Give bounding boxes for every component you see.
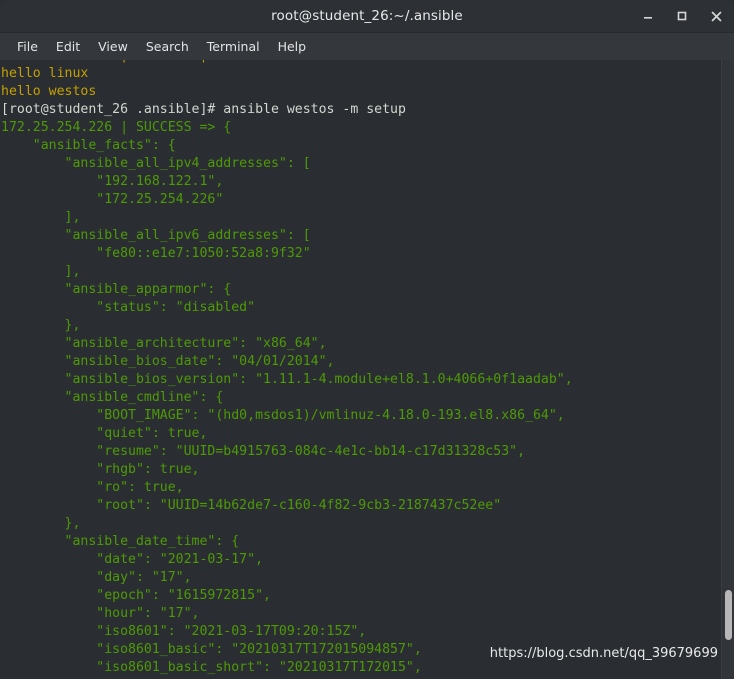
terminal-line: "ansible_architecture": "x86_64", (1, 336, 327, 351)
window-titlebar: root@student_26:~/.ansible (0, 0, 734, 33)
window-title: root@student_26:~/.ansible (271, 8, 463, 24)
menu-bar: File Edit View Search Terminal Help (0, 33, 734, 60)
menu-item-edit[interactable]: Edit (47, 36, 89, 57)
terminal-line: "rhgb": true, (1, 462, 200, 477)
terminal-line-clipped: 172.25.254.226 | CHANGED | rc=0 >> (1, 60, 734, 65)
minimize-button[interactable] (638, 6, 658, 26)
terminal-line-text: 172.25.254.226 | CHANGED | rc=0 >> (1, 60, 271, 65)
maximize-button[interactable] (672, 6, 692, 26)
terminal-line: hello linux (1, 66, 89, 81)
terminal-line: "ansible_facts": { (1, 138, 176, 153)
terminal-line: "day": "17", (1, 570, 192, 585)
terminal-line: "iso8601_basic": "20210317T172015094857"… (1, 642, 422, 657)
terminal-line: }, (1, 318, 81, 333)
terminal-line: "ansible_all_ipv4_addresses": [ (1, 156, 311, 171)
terminal-line: "resume": "UUID=b4915763-084c-4e1c-bb14-… (1, 444, 526, 459)
terminal-line: "epoch": "1615972815", (1, 588, 271, 603)
terminal-line: "iso8601_basic_short": "20210317T172015"… (1, 660, 422, 675)
menu-item-file[interactable]: File (8, 36, 47, 57)
terminal-line: "ansible_cmdline": { (1, 390, 224, 405)
terminal-line: hello westos (1, 84, 97, 99)
terminal-line: "BOOT_IMAGE": "(hd0,msdos1)/vmlinuz-4.18… (1, 408, 565, 423)
terminal-line: "fe80::e1e7:1050:52a8:9f32" (1, 246, 311, 261)
terminal-line: "hour": "17", (1, 606, 200, 621)
menu-item-help[interactable]: Help (269, 36, 316, 57)
window-controls (638, 0, 726, 32)
menu-item-view[interactable]: View (89, 36, 137, 57)
terminal-line: "ansible_bios_version": "1.11.1-4.module… (1, 372, 573, 387)
close-button[interactable] (706, 6, 726, 26)
terminal-line: 172.25.254.226 | SUCCESS => { (1, 120, 232, 135)
terminal-line: "ansible_bios_date": "04/01/2014", (1, 354, 335, 369)
terminal-line: ], (1, 264, 81, 279)
terminal-line: "date": "2021-03-17", (1, 552, 264, 567)
terminal-output[interactable]: 172.25.254.226 | CHANGED | rc=0 >>hello … (0, 60, 734, 679)
terminal-line: "ansible_apparmor": { (1, 282, 232, 297)
terminal-viewport[interactable]: 172.25.254.226 | CHANGED | rc=0 >>hello … (0, 60, 734, 679)
terminal-line: "172.25.254.226" (1, 192, 224, 207)
scrollbar-thumb[interactable] (725, 590, 732, 640)
menu-item-search[interactable]: Search (137, 36, 198, 57)
terminal-line: ], (1, 210, 81, 225)
terminal-line: "status": "disabled" (1, 300, 256, 315)
terminal-line: "quiet": true, (1, 426, 208, 441)
terminal-line: "ansible_date_time": { (1, 534, 240, 549)
terminal-line: "root": "UUID=14b62de7-c160-4f82-9cb3-21… (1, 498, 502, 513)
terminal-line: "iso8601": "2021-03-17T09:20:15Z", (1, 624, 367, 639)
terminal-window: root@student_26:~/.ansible File Edit Vie… (0, 0, 734, 679)
terminal-line: "ro": true, (1, 480, 184, 495)
terminal-scrollbar[interactable] (721, 60, 734, 679)
terminal-line: [root@student_26 .ansible]# ansible west… (1, 102, 406, 117)
terminal-line: }, (1, 516, 81, 531)
terminal-line: "192.168.122.1", (1, 174, 224, 189)
menu-item-terminal[interactable]: Terminal (198, 36, 269, 57)
terminal-line: "ansible_all_ipv6_addresses": [ (1, 228, 311, 243)
